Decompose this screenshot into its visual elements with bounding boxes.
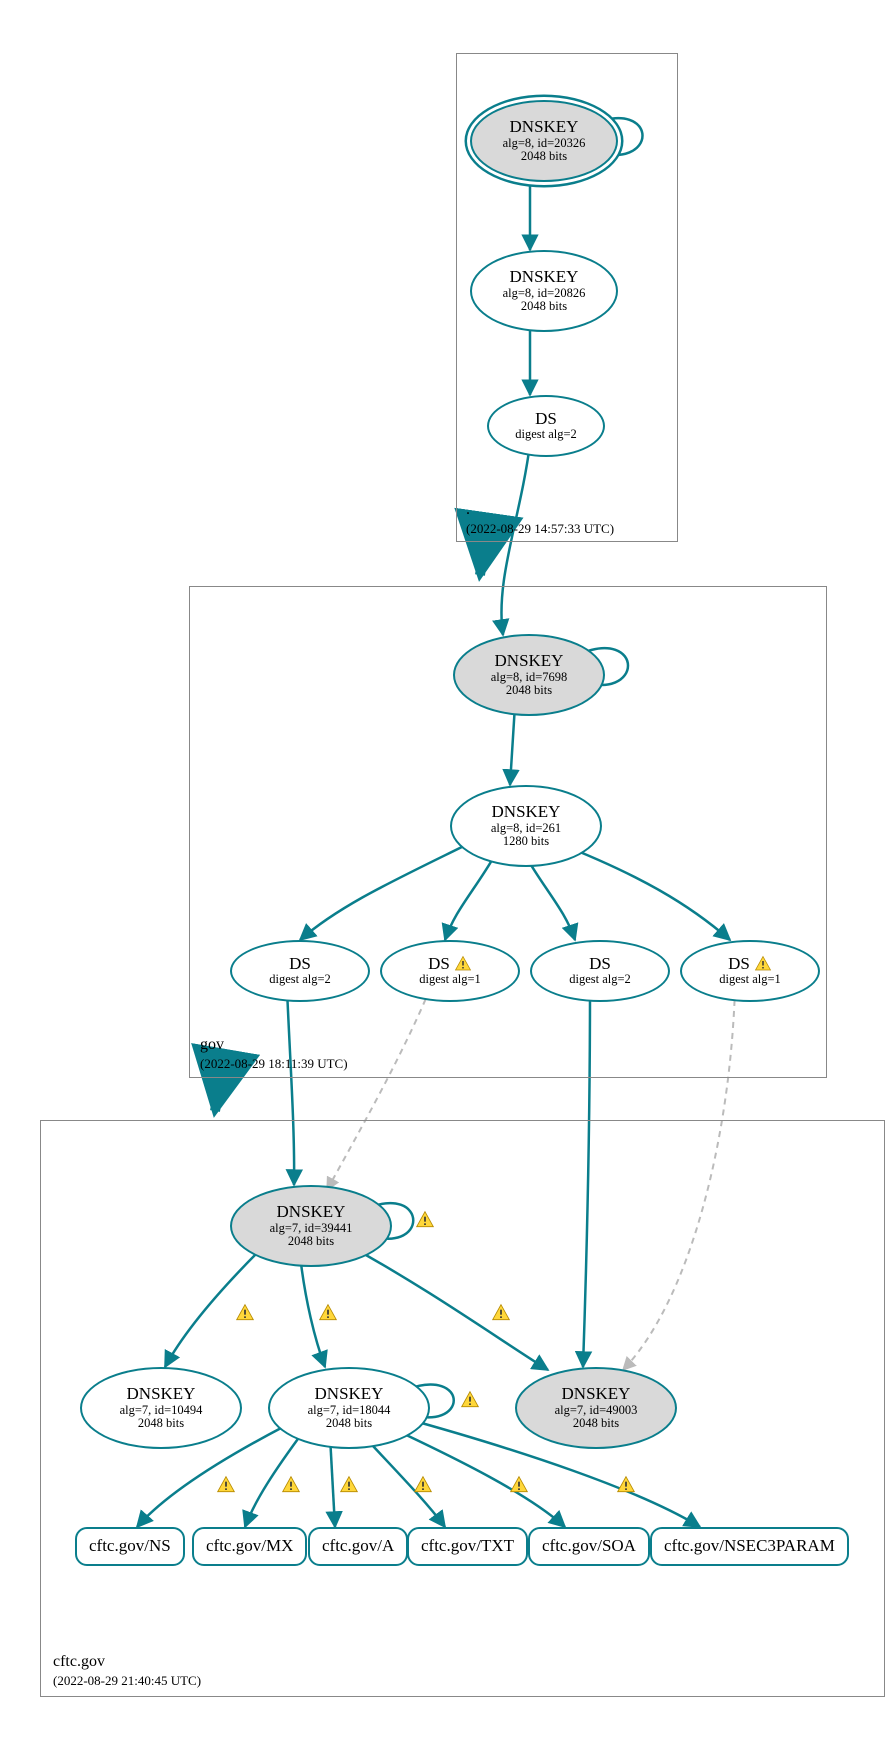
zone-cftc-name: cftc.gov bbox=[53, 1653, 105, 1670]
gov-ds2-alg: digest alg=1 bbox=[419, 973, 481, 987]
node-gov-zsk: DNSKEY alg=8, id=261 1280 bits bbox=[450, 785, 602, 867]
cftc-k4-alg: alg=7, id=49003 bbox=[555, 1404, 638, 1418]
cftc-ksk-title: DNSKEY bbox=[277, 1203, 346, 1222]
rr-txt-label: cftc.gov/TXT bbox=[421, 1537, 514, 1556]
node-rr-txt: cftc.gov/TXT bbox=[407, 1527, 528, 1566]
rr-n3p-label: cftc.gov/NSEC3PARAM bbox=[664, 1537, 835, 1556]
root-ds-title: DS bbox=[535, 410, 557, 429]
zone-gov-ts: (2022-08-29 18:11:39 UTC) bbox=[200, 1056, 348, 1071]
node-rr-ns: cftc.gov/NS bbox=[75, 1527, 185, 1566]
node-rr-n3p: cftc.gov/NSEC3PARAM bbox=[650, 1527, 849, 1566]
node-gov-ds4: DS digest alg=1 bbox=[680, 940, 820, 1002]
root-ds-alg: digest alg=2 bbox=[515, 428, 577, 442]
node-cftc-ksk: DNSKEY alg=7, id=39441 2048 bits bbox=[230, 1185, 392, 1267]
cftc-k2-bits: 2048 bits bbox=[138, 1417, 184, 1431]
root-ksk-bits: 2048 bits bbox=[521, 150, 567, 164]
node-root-ksk: DNSKEY alg=8, id=20326 2048 bits bbox=[470, 100, 618, 182]
node-cftc-k4: DNSKEY alg=7, id=49003 2048 bits bbox=[515, 1367, 677, 1449]
cftc-k4-title: DNSKEY bbox=[562, 1385, 631, 1404]
node-gov-ksk: DNSKEY alg=8, id=7698 2048 bits bbox=[453, 634, 605, 716]
rr-ns-label: cftc.gov/NS bbox=[89, 1537, 171, 1556]
cftc-k2-title: DNSKEY bbox=[127, 1385, 196, 1404]
root-ksk-alg: alg=8, id=20326 bbox=[503, 137, 586, 151]
zone-root-label: . (2022-08-29 14:57:33 UTC) bbox=[466, 500, 614, 538]
rr-a-label: cftc.gov/A bbox=[322, 1537, 394, 1556]
cftc-k2-alg: alg=7, id=10494 bbox=[120, 1404, 203, 1418]
cftc-k4-bits: 2048 bits bbox=[573, 1417, 619, 1431]
gov-ds1-title: DS bbox=[289, 955, 311, 974]
node-rr-mx: cftc.gov/MX bbox=[192, 1527, 307, 1566]
root-zsk-title: DNSKEY bbox=[510, 268, 579, 287]
zone-cftc-label: cftc.gov (2022-08-29 21:40:45 UTC) bbox=[53, 1652, 201, 1690]
zone-root-ts: (2022-08-29 14:57:33 UTC) bbox=[466, 521, 614, 536]
root-ksk-title: DNSKEY bbox=[510, 118, 579, 137]
zone-root-name: . bbox=[466, 501, 470, 518]
rr-mx-label: cftc.gov/MX bbox=[206, 1537, 293, 1556]
cftc-zsk-alg: alg=7, id=18044 bbox=[308, 1404, 391, 1418]
zone-gov-label: gov (2022-08-29 18:11:39 UTC) bbox=[200, 1035, 348, 1073]
gov-zsk-title: DNSKEY bbox=[492, 803, 561, 822]
zone-cftc-ts: (2022-08-29 21:40:45 UTC) bbox=[53, 1673, 201, 1688]
warning-icon bbox=[454, 955, 472, 973]
cftc-zsk-bits: 2048 bits bbox=[326, 1417, 372, 1431]
cftc-zsk-title: DNSKEY bbox=[315, 1385, 384, 1404]
rr-soa-label: cftc.gov/SOA bbox=[542, 1537, 636, 1556]
node-rr-soa: cftc.gov/SOA bbox=[528, 1527, 650, 1566]
node-root-ds: DS digest alg=2 bbox=[487, 395, 605, 457]
gov-zsk-alg: alg=8, id=261 bbox=[491, 822, 561, 836]
gov-ds3-title: DS bbox=[589, 955, 611, 974]
gov-ds3-alg: digest alg=2 bbox=[569, 973, 631, 987]
node-gov-ds3: DS digest alg=2 bbox=[530, 940, 670, 1002]
gov-ksk-bits: 2048 bits bbox=[506, 684, 552, 698]
gov-ds4-alg: digest alg=1 bbox=[719, 973, 781, 987]
gov-ds2-title: DS bbox=[428, 955, 450, 974]
cftc-ksk-bits: 2048 bits bbox=[288, 1235, 334, 1249]
root-zsk-bits: 2048 bits bbox=[521, 300, 567, 314]
node-gov-ds2: DS digest alg=1 bbox=[380, 940, 520, 1002]
gov-zsk-bits: 1280 bits bbox=[503, 835, 549, 849]
gov-ksk-alg: alg=8, id=7698 bbox=[491, 671, 568, 685]
node-gov-ds1: DS digest alg=2 bbox=[230, 940, 370, 1002]
zone-gov-name: gov bbox=[200, 1036, 224, 1053]
node-root-zsk: DNSKEY alg=8, id=20826 2048 bits bbox=[470, 250, 618, 332]
gov-ksk-title: DNSKEY bbox=[495, 652, 564, 671]
node-rr-a: cftc.gov/A bbox=[308, 1527, 408, 1566]
gov-ds4-title: DS bbox=[728, 955, 750, 974]
cftc-ksk-alg: alg=7, id=39441 bbox=[270, 1222, 353, 1236]
node-cftc-zsk: DNSKEY alg=7, id=18044 2048 bits bbox=[268, 1367, 430, 1449]
node-cftc-k2: DNSKEY alg=7, id=10494 2048 bits bbox=[80, 1367, 242, 1449]
warning-icon bbox=[754, 955, 772, 973]
root-zsk-alg: alg=8, id=20826 bbox=[503, 287, 586, 301]
gov-ds1-alg: digest alg=2 bbox=[269, 973, 331, 987]
